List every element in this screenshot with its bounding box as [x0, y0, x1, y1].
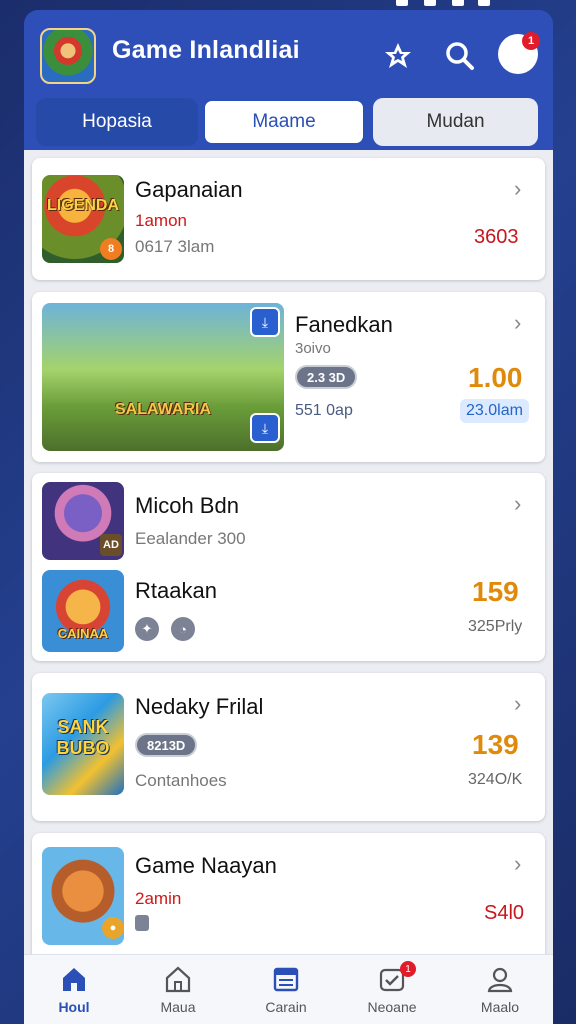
nav-neoane[interactable]: 1 Neoane	[342, 955, 442, 1024]
game-meta: 324O/K	[468, 771, 523, 788]
thumbnail-caption: LIGENDA	[47, 197, 119, 214]
app-window: Game Inlandliai 1 Hopasia Maame Mudan LI…	[24, 10, 553, 1024]
game-meta: Contanhoes	[135, 771, 227, 790]
game-subtitle: Eealander 300	[135, 529, 246, 548]
game-title: Game Naayan	[135, 853, 277, 878]
coin-icon: ●	[102, 917, 124, 939]
nav-label: Carain	[265, 999, 307, 1015]
controller-icon: ✦	[135, 617, 159, 641]
notification-badge: 1	[522, 32, 540, 50]
app-logo	[40, 28, 96, 84]
rating-pill: 2.3 3D	[295, 365, 358, 389]
favorites-button[interactable]	[378, 36, 418, 76]
nav-label: Neoane	[367, 999, 417, 1015]
home-icon	[63, 968, 85, 991]
game-list: LIGENDA 8 Gapanaian 1amon 0617 3lam › 36…	[24, 150, 553, 970]
wifi-icon	[424, 0, 436, 6]
clock-icon: ◔	[171, 617, 195, 641]
list-item[interactable]: LIGENDA 8 Gapanaian 1amon 0617 3lam › 36…	[32, 158, 545, 280]
nav-home[interactable]: Houl	[24, 955, 124, 1024]
game-meta: 551 0ap	[295, 402, 353, 419]
nav-label: Houl	[58, 999, 90, 1015]
game-value: 139	[472, 729, 519, 760]
chevron-right-icon: ›	[514, 491, 522, 516]
game-meta: 325Prly	[468, 618, 523, 635]
app-header: Game Inlandliai 1	[24, 10, 553, 100]
battery-icon	[478, 0, 490, 6]
signal-icon	[396, 0, 408, 6]
status-bar	[0, 0, 576, 10]
profile-avatar-button[interactable]: 1	[498, 32, 540, 74]
tab-mudan[interactable]: Mudan	[373, 98, 538, 146]
notification-badge: 1	[400, 961, 416, 977]
nav-label: Maalo	[480, 999, 520, 1015]
list-icon	[273, 967, 299, 992]
thumbnail-badge: AD	[100, 534, 122, 556]
tab-maame[interactable]: Maame	[202, 98, 366, 146]
nav-carain[interactable]: Carain	[236, 955, 336, 1024]
game-thumbnail: LIGENDA 8	[42, 175, 124, 263]
nav-label: Maua	[160, 999, 196, 1015]
list-item[interactable]: SANK BUBO Nedaky Frilal 8213D Contanhoes…	[32, 673, 545, 821]
chevron-right-icon: ›	[514, 851, 522, 876]
list-item[interactable]: AD Micoh Bdn Eealander 300 › CAINAA Rtaa…	[32, 473, 545, 661]
nav-maua[interactable]: Maua	[128, 955, 228, 1024]
game-value: 159	[472, 576, 519, 607]
app-title: Game Inlandliai	[112, 36, 300, 64]
thumbnail-caption: CAINAA	[57, 626, 109, 641]
game-thumbnail: SANK BUBO	[42, 693, 124, 795]
game-subtitle: 2amin	[135, 889, 182, 908]
game-thumbnail: AD	[42, 482, 124, 560]
game-thumbnail: CAINAA	[42, 570, 124, 652]
rating-pill: 8213D	[135, 733, 198, 757]
search-icon	[446, 42, 474, 70]
chevron-right-icon: ›	[514, 310, 522, 335]
bottom-navigation: Houl Maua Carain 1 Neoane Maalo	[24, 954, 553, 1024]
time-tag: 23.0lam	[460, 399, 529, 423]
chevron-right-icon: ›	[514, 176, 522, 201]
game-title: Micoh Bdn	[135, 493, 239, 518]
list-item[interactable]: SALAWARIA ⤓ ⤓ Fanedkan 3oivo 2.3 3D 551 …	[32, 292, 545, 462]
download-icon[interactable]: ⤓	[250, 413, 280, 443]
game-title: Rtaakan	[135, 578, 217, 603]
house-outline-icon	[165, 966, 191, 993]
thumbnail-badge: 8	[100, 238, 122, 260]
thumbnail-caption: SALAWARIA	[115, 401, 211, 418]
search-button[interactable]	[440, 36, 480, 76]
list-item[interactable]: ● Game Naayan 2amin › S4l0	[32, 833, 545, 970]
game-title: Gapanaian	[135, 177, 243, 202]
game-value: S4l0	[484, 902, 525, 924]
game-title: Nedaky Frilal	[135, 694, 264, 719]
game-value: 1.00	[468, 362, 523, 393]
nav-maalo[interactable]: Maalo	[450, 955, 550, 1024]
game-thumbnail: SALAWARIA ⤓ ⤓	[42, 303, 284, 451]
thumbnail-caption: SANK BUBO	[56, 717, 110, 758]
data-icon	[452, 0, 464, 6]
profile-icon	[487, 967, 513, 993]
game-subtitle: 3oivo	[295, 340, 331, 357]
info-icon	[135, 915, 149, 931]
tab-bar: Hopasia Maame Mudan	[36, 98, 541, 148]
game-value: 3603	[474, 226, 519, 248]
game-title: Fanedkan	[295, 312, 393, 337]
game-thumbnail: ●	[42, 847, 124, 945]
chevron-right-icon: ›	[514, 691, 522, 716]
tab-hopasia[interactable]: Hopasia	[36, 98, 198, 146]
game-subtitle: 1amon	[135, 211, 187, 230]
download-icon[interactable]: ⤓	[250, 307, 280, 337]
game-meta: 0617 3lam	[135, 237, 215, 256]
star-icon	[385, 43, 411, 68]
